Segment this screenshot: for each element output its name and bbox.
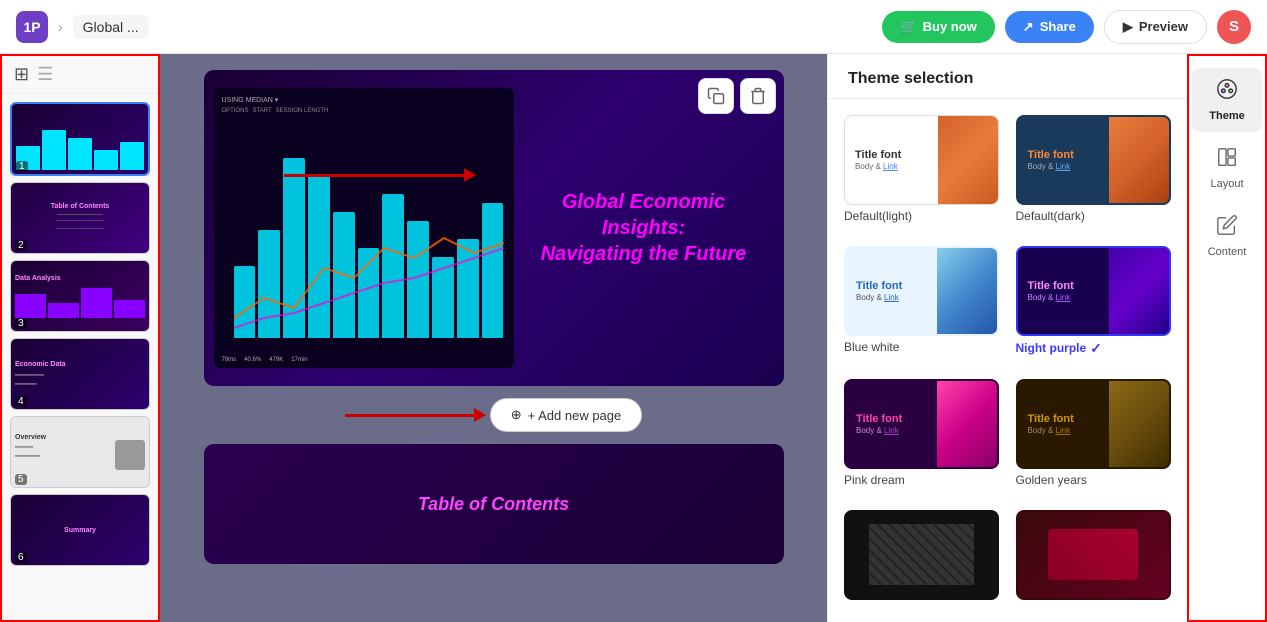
theme-card-golden-years[interactable]: Title font Body & Link Golden years — [1016, 379, 1172, 494]
slide-tools — [698, 78, 776, 114]
theme-preview-blue-white: Title font Body & Link — [844, 246, 999, 336]
delete-slide-button[interactable] — [740, 78, 776, 114]
grid-view-icon[interactable]: ⊞ — [14, 64, 29, 85]
share-icon: ↗ — [1023, 19, 1034, 35]
layout-icon — [1216, 146, 1238, 174]
slide-number-6: 6 — [15, 552, 27, 563]
theme-preview-extra-1 — [844, 510, 999, 600]
slide-number-3: 3 — [15, 318, 27, 329]
theme-icon — [1216, 78, 1238, 106]
slide-thumb-4[interactable]: Economic Data ━━━━━━━━ ━━━━━━ 4 — [10, 338, 150, 410]
content-icon — [1216, 214, 1238, 242]
slide-panel-toolbar: ⊞ ☰ — [2, 56, 158, 94]
slide-number-4: 4 — [15, 396, 27, 407]
second-slide-title: Table of Contents — [418, 494, 569, 515]
theme-card-night-purple[interactable]: Title font Body & Link Night purple ✓ — [1016, 246, 1172, 364]
sidebar-item-theme[interactable]: Theme — [1192, 68, 1262, 132]
sidebar-item-layout[interactable]: Layout — [1192, 136, 1262, 200]
theme-panel: Theme selection Title font Body & Link D… — [827, 54, 1187, 622]
sidebar-content-label: Content — [1208, 246, 1247, 258]
theme-label-default-dark: Default(dark) — [1016, 209, 1172, 223]
theme-preview-pink-dream: Title font Body & Link — [844, 379, 999, 469]
slide-thumb-2[interactable]: Table of Contents ———————— ———————— 2 — [10, 182, 150, 254]
slide-thumb-5[interactable]: Overview ━━━━━ ━━━━━━━ 5 — [10, 416, 150, 488]
sidebar-layout-label: Layout — [1210, 178, 1243, 190]
preview-button[interactable]: ▶ Preview — [1104, 10, 1207, 44]
slide-number-2: 2 — [15, 240, 27, 251]
theme-label-blue-white: Blue white — [844, 340, 1000, 354]
theme-preview-golden-years: Title font Body & Link — [1016, 379, 1171, 469]
add-icon: ⊕ — [511, 407, 522, 423]
preview-icon: ▶ — [1123, 19, 1133, 35]
theme-label-golden-years: Golden years — [1016, 473, 1172, 487]
theme-card-extra-2[interactable] — [1016, 510, 1172, 607]
slide-number-5: 5 — [15, 474, 27, 485]
breadcrumb-chevron: › — [58, 19, 63, 35]
theme-card-default-dark[interactable]: Title font Body & Link Default(dark) — [1016, 115, 1172, 230]
main-slide-title: Global Economic Insights: Navigating the… — [534, 189, 754, 267]
selected-check-icon: ✓ — [1090, 340, 1102, 357]
sidebar-item-content[interactable]: Content — [1192, 204, 1262, 268]
app-logo: 1P — [16, 11, 48, 43]
slide-thumbnail-list: 1 Table of Contents ———————— ———————— 2 … — [2, 94, 158, 620]
theme-label-default-light: Default(light) — [844, 209, 1000, 223]
theme-panel-title: Theme selection — [848, 70, 1167, 88]
copy-slide-button[interactable] — [698, 78, 734, 114]
slide-thumb-1[interactable]: 1 — [10, 102, 150, 176]
slide-thumb-6[interactable]: Summary 6 — [10, 494, 150, 566]
theme-preview-default-light: Title font Body & Link — [844, 115, 999, 205]
theme-label-night-purple: Night purple ✓ — [1016, 340, 1172, 357]
avatar[interactable]: S — [1217, 10, 1251, 44]
theme-preview-extra-2 — [1016, 510, 1171, 600]
canvas-area: USING MEDIAN ▾ OPTIONSSTARTSESSION LENGT… — [160, 54, 827, 622]
theme-card-default-light[interactable]: Title font Body & Link Default(light) — [844, 115, 1000, 230]
slide-thumb-3[interactable]: Data Analysis 3 — [10, 260, 150, 332]
right-sidebar: Theme Layout Content — [1187, 54, 1267, 622]
theme-panel-header: Theme selection — [828, 54, 1187, 99]
add-new-page-button[interactable]: ⊕ + Add new page — [490, 398, 643, 432]
theme-label-pink-dream: Pink dream — [844, 473, 1000, 487]
slide-number-1: 1 — [16, 161, 28, 172]
document-title[interactable]: Global ... — [73, 15, 149, 39]
second-slide-canvas: Table of Contents — [204, 444, 784, 564]
theme-grid: Title font Body & Link Default(light) — [828, 99, 1187, 622]
buy-now-button[interactable]: 🛒 Buy now — [882, 11, 994, 43]
theme-card-extra-1[interactable] — [844, 510, 1000, 607]
cart-icon: 🛒 — [900, 19, 916, 35]
main-area: ⊞ ☰ 1 Table of Con — [0, 54, 1267, 622]
main-slide-wrapper: USING MEDIAN ▾ OPTIONSSTARTSESSION LENGT… — [204, 70, 784, 386]
share-button[interactable]: ↗ Share — [1005, 11, 1094, 43]
slide-panel: ⊞ ☰ 1 Table of Con — [0, 54, 160, 622]
theme-preview-default-dark: Title font Body & Link — [1016, 115, 1171, 205]
sidebar-theme-label: Theme — [1209, 110, 1244, 122]
main-slide-canvas: USING MEDIAN ▾ OPTIONSSTARTSESSION LENGT… — [204, 70, 784, 386]
theme-card-pink-dream[interactable]: Title font Body & Link Pink dream — [844, 379, 1000, 494]
theme-card-blue-white[interactable]: Title font Body & Link Blue white — [844, 246, 1000, 364]
theme-preview-night-purple: Title font Body & Link — [1016, 246, 1171, 336]
topbar: 1P › Global ... 🛒 Buy now ↗ Share ▶ Prev… — [0, 0, 1267, 54]
list-view-icon[interactable]: ☰ — [37, 64, 53, 85]
